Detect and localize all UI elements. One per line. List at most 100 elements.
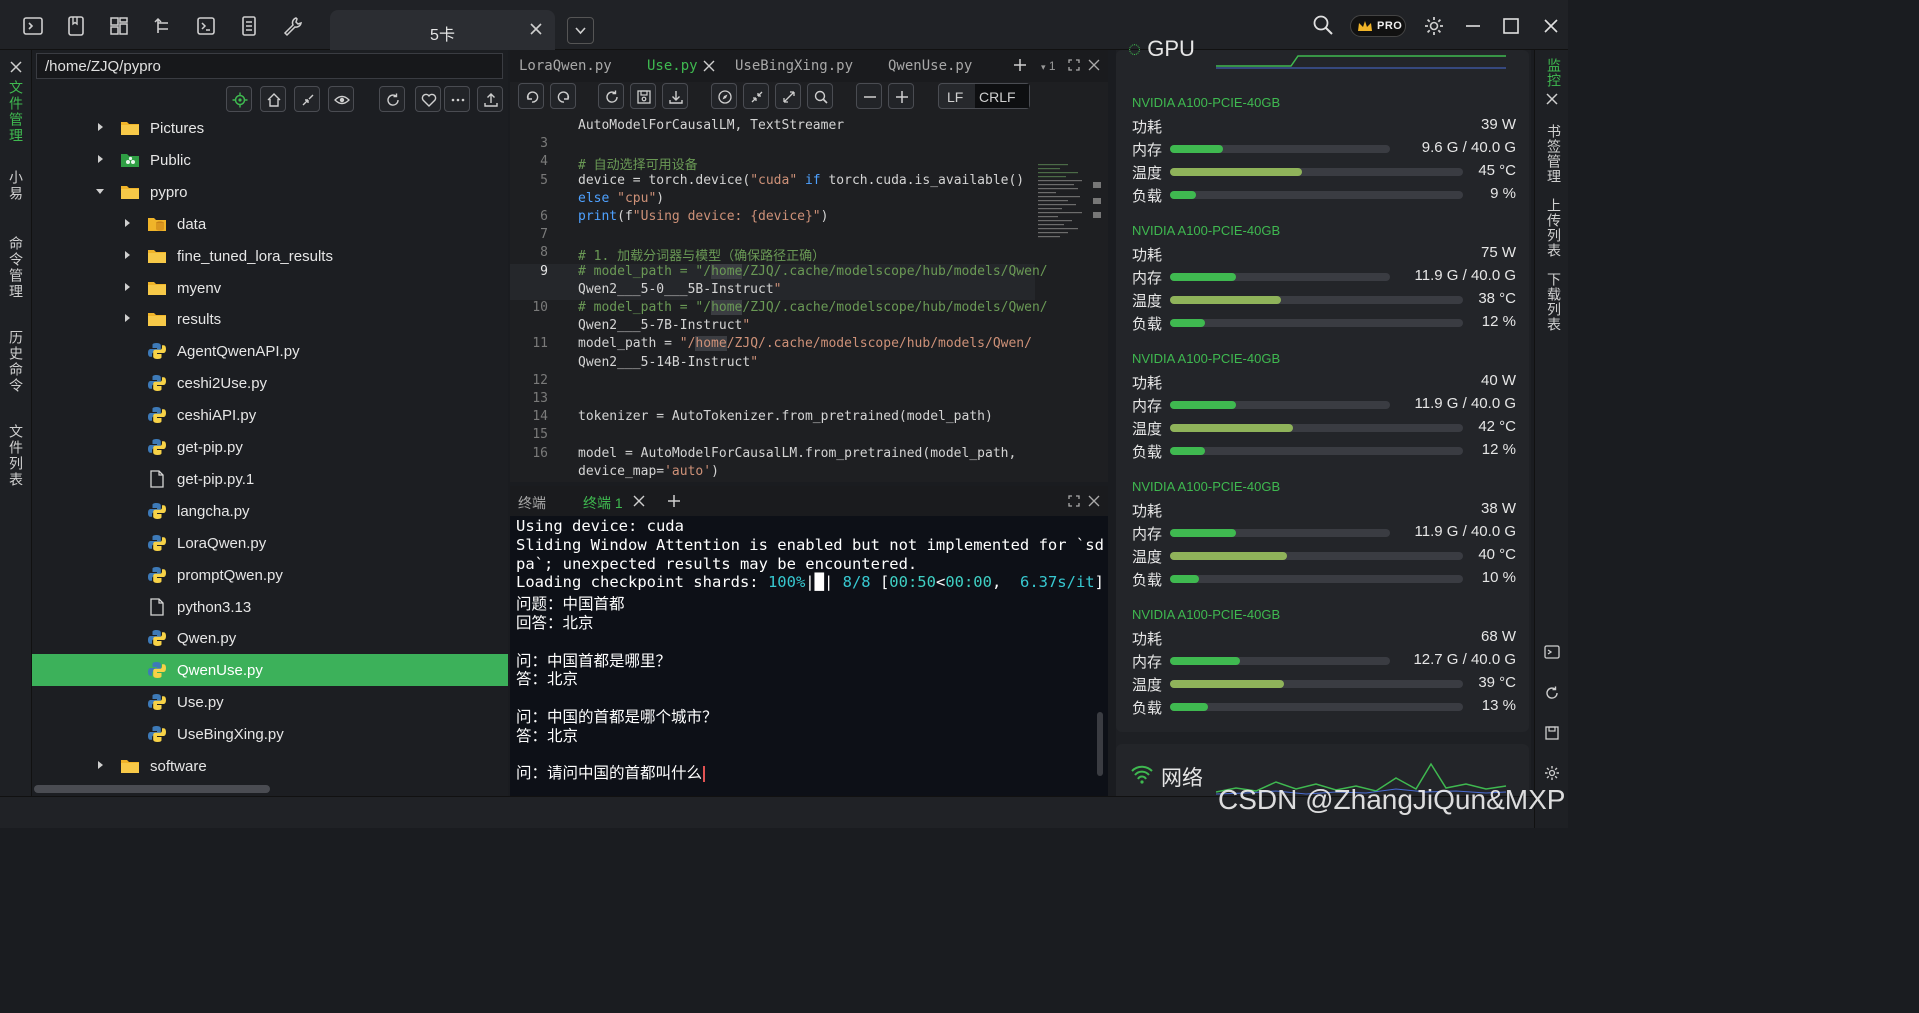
tree-item[interactable]: Public	[32, 144, 508, 176]
gear-icon[interactable]	[1423, 15, 1445, 37]
tree-item[interactable]: pypro	[32, 176, 508, 208]
tree-item[interactable]: data	[32, 208, 508, 240]
tab-use[interactable]: Use.py	[647, 58, 698, 74]
tab-xiaoyi[interactable]: 小易	[6, 170, 26, 202]
crlf-option[interactable]: CRLF	[975, 84, 1029, 108]
tab-history-commands[interactable]: 历史命令	[6, 330, 26, 394]
locate-button[interactable]	[226, 86, 252, 112]
wrench-icon[interactable]	[282, 15, 304, 37]
refresh-button[interactable]	[379, 86, 405, 112]
tree-item-selected[interactable]: QwenUse.py	[32, 654, 508, 687]
tab-file-list[interactable]: 文件列表	[6, 424, 26, 488]
chevron-right-icon[interactable]	[122, 218, 132, 228]
chevron-down-icon[interactable]	[95, 186, 105, 196]
find-button[interactable]	[807, 83, 833, 109]
split-count[interactable]: ▾ 1	[1041, 59, 1056, 73]
home-button[interactable]	[260, 86, 286, 112]
maximize-icon[interactable]	[1500, 15, 1522, 37]
add-terminal-icon[interactable]	[667, 494, 681, 508]
tree-item[interactable]: get-pip.py	[32, 431, 508, 463]
tree-item[interactable]: get-pip.py.1	[32, 463, 508, 495]
add-tab-icon[interactable]	[1013, 58, 1027, 72]
minimize-icon[interactable]	[1462, 15, 1484, 37]
document-icon[interactable]	[238, 15, 260, 37]
tab-loraqwen[interactable]: LoraQwen.py	[519, 58, 612, 74]
tree-item[interactable]: fine_tuned_lora_results	[32, 240, 508, 272]
tree-item[interactable]: AgentQwenAPI.py	[32, 335, 508, 367]
close-icon[interactable]	[1088, 59, 1100, 71]
chevron-right-icon[interactable]	[95, 154, 105, 164]
expand-icon[interactable]	[1068, 495, 1080, 507]
close-icon[interactable]	[529, 22, 543, 36]
tab-bookmarks[interactable]: 书签管理	[1544, 124, 1564, 184]
redo-button[interactable]	[550, 83, 576, 109]
tab-file-manager[interactable]: 文件管理	[6, 80, 26, 144]
chevron-right-icon[interactable]	[95, 760, 105, 770]
console-icon[interactable]	[195, 15, 217, 37]
chevron-right-icon[interactable]	[95, 122, 105, 132]
terminal-scrollbar[interactable]	[1097, 712, 1103, 776]
tree-item[interactable]: Pictures	[32, 112, 508, 144]
favorite-button[interactable]	[415, 86, 441, 112]
bookmark-icon[interactable]	[65, 15, 87, 37]
chevron-right-icon[interactable]	[122, 250, 132, 260]
minimap[interactable]	[1037, 162, 1093, 252]
code-area[interactable]: AutoModelForCausalLM, TextStreamer 3 4 # 自动…	[510, 114, 1108, 482]
tab-usebingxing[interactable]: UseBingXing.py	[735, 58, 853, 74]
more-button[interactable]	[444, 86, 470, 112]
close-icon[interactable]	[703, 60, 715, 72]
tab-terminal[interactable]: 终端	[518, 493, 546, 513]
collapse-button[interactable]	[294, 86, 320, 112]
tree-item[interactable]: ceshiAPI.py	[32, 399, 508, 431]
save-button[interactable]	[630, 83, 656, 109]
search-icon[interactable]	[1312, 14, 1334, 36]
tree-item[interactable]: promptQwen.py	[32, 559, 508, 591]
close-icon[interactable]	[1088, 495, 1100, 507]
tab-qwenuse[interactable]: QwenUse.py	[888, 58, 972, 74]
zoom-in-button[interactable]	[888, 83, 914, 109]
tab-monitor[interactable]: 监控	[1544, 58, 1564, 88]
close-icon[interactable]	[633, 495, 645, 507]
pro-badge[interactable]: PRO	[1350, 15, 1406, 37]
horizontal-scrollbar[interactable]	[34, 785, 270, 793]
reload-button[interactable]	[598, 83, 624, 109]
session-tab[interactable]: 5卡	[330, 10, 555, 50]
chevron-right-icon[interactable]	[122, 313, 132, 323]
close-panel-icon[interactable]	[9, 60, 23, 74]
tree-item[interactable]: results	[32, 303, 508, 335]
editor-scrollbar[interactable]	[1093, 182, 1101, 222]
layout-icon[interactable]	[108, 15, 130, 37]
tree-item[interactable]: myenv	[32, 272, 508, 304]
tab-download-list[interactable]: 下载列表	[1544, 272, 1564, 332]
show-hidden-button[interactable]	[328, 86, 354, 112]
tree-item[interactable]: software	[32, 750, 508, 782]
tree-item[interactable]: Qwen.py	[32, 622, 508, 654]
lf-option[interactable]: LF	[947, 89, 963, 105]
shrink-button[interactable]	[743, 83, 769, 109]
compass-button[interactable]	[711, 83, 737, 109]
tree-item[interactable]: Use.py	[32, 686, 508, 718]
fullscreen-button[interactable]	[775, 83, 801, 109]
window-close-icon[interactable]	[1540, 15, 1562, 37]
tree-item[interactable]: UseBingXing.py	[32, 718, 508, 750]
download-button[interactable]	[662, 83, 688, 109]
close-panel-icon[interactable]	[1545, 92, 1559, 106]
gear-icon[interactable]	[1544, 765, 1560, 781]
upload-button[interactable]	[477, 86, 503, 112]
expand-icon[interactable]	[1068, 59, 1080, 71]
save-icon[interactable]	[1544, 725, 1560, 741]
tree-icon[interactable]	[152, 15, 174, 37]
path-input[interactable]	[36, 53, 503, 79]
tree-item[interactable]: ceshi2Use.py	[32, 367, 508, 399]
terminal-icon[interactable]	[1544, 644, 1560, 660]
zoom-out-button[interactable]	[856, 83, 882, 109]
chevron-right-icon[interactable]	[122, 282, 132, 292]
undo-button[interactable]	[518, 83, 544, 109]
tree-item[interactable]: python3.13	[32, 591, 508, 623]
tab-dropdown-button[interactable]	[567, 17, 594, 44]
terminal-icon[interactable]	[22, 15, 44, 37]
tab-terminal-1[interactable]: 终端 1	[583, 493, 623, 513]
tree-item[interactable]: langcha.py	[32, 495, 508, 527]
tree-item[interactable]: LoraQwen.py	[32, 527, 508, 559]
refresh-icon[interactable]	[1544, 685, 1560, 701]
